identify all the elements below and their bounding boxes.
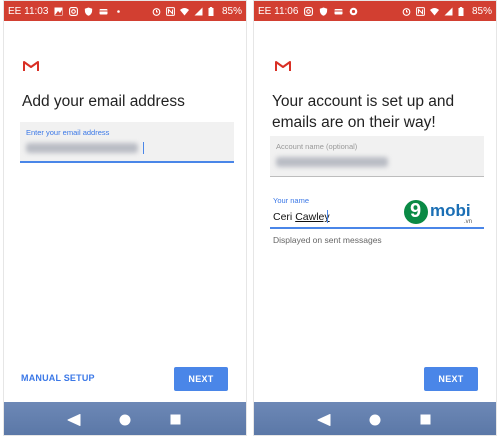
battery-icon (208, 6, 217, 16)
your-name-input[interactable]: Ceri Cawley (273, 211, 330, 223)
battery-percentage: 85% (221, 5, 242, 17)
status-time: EE 11:03 (8, 5, 49, 17)
page-title: Add your email address (22, 93, 185, 110)
manual-setup-button[interactable]: MANUAL SETUP (21, 373, 95, 383)
screen-add-email: EE 11:03 85% Add your email address Ente… (3, 0, 247, 436)
dot-icon (114, 7, 123, 16)
helper-text: Displayed on sent messages (273, 235, 382, 245)
signal-icon (444, 7, 453, 16)
gmail-logo (23, 61, 39, 71)
screen-account-setup: EE 11:06 85% Your account is set up and … (253, 0, 497, 436)
instagram-icon (69, 6, 79, 16)
email-field-label: Enter your email address (26, 128, 110, 137)
email-field-underline (20, 161, 234, 163)
alarm-icon (402, 7, 411, 16)
watermark-domain: .vn (464, 219, 473, 225)
recents-icon[interactable] (166, 411, 184, 429)
status-time: EE 11:06 (258, 5, 299, 17)
account-name-value-blurred (276, 157, 388, 167)
alarm-icon (152, 7, 161, 16)
nfc-icon (166, 6, 175, 16)
home-icon[interactable] (366, 411, 384, 429)
page-title: Your account is set up and emails are on… (272, 93, 455, 131)
watermark-logo: 9 mobi .vn (404, 197, 482, 229)
account-name-label: Account name (optional) (276, 142, 358, 151)
watermark-nine: 9 (410, 200, 422, 222)
battery-icon (458, 6, 467, 16)
shield-icon (319, 7, 328, 16)
nav-bar (254, 402, 496, 435)
text-cursor (327, 210, 328, 223)
status-bar: EE 11:06 85% (254, 1, 496, 21)
status-bar: EE 11:03 85% (4, 1, 246, 21)
card-icon (99, 7, 108, 16)
email-field-value-blurred (26, 143, 138, 153)
email-field[interactable]: Enter your email address (20, 122, 234, 163)
wifi-icon (429, 7, 439, 16)
image-notification-icon (54, 7, 63, 16)
instagram-icon (304, 6, 314, 16)
your-name-label: Your name (273, 196, 309, 205)
next-button[interactable]: NEXT (424, 367, 478, 391)
home-icon[interactable] (116, 411, 134, 429)
nfc-icon (416, 6, 425, 16)
signal-icon (194, 7, 203, 16)
name-first: Ceri (273, 211, 293, 223)
shield-icon (84, 7, 93, 16)
next-button[interactable]: NEXT (174, 367, 228, 391)
card-icon (334, 7, 343, 16)
text-cursor (143, 142, 144, 154)
back-icon[interactable] (66, 411, 84, 429)
recents-icon[interactable] (416, 411, 434, 429)
wifi-icon (179, 7, 189, 16)
account-name-underline (270, 176, 484, 177)
account-name-field[interactable]: Account name (optional) (270, 136, 484, 177)
back-icon[interactable] (316, 411, 334, 429)
battery-percentage: 85% (471, 5, 492, 17)
nav-bar (4, 402, 246, 435)
name-last: Cawley (295, 211, 330, 223)
sync-icon (349, 7, 358, 16)
gmail-logo (275, 61, 291, 71)
